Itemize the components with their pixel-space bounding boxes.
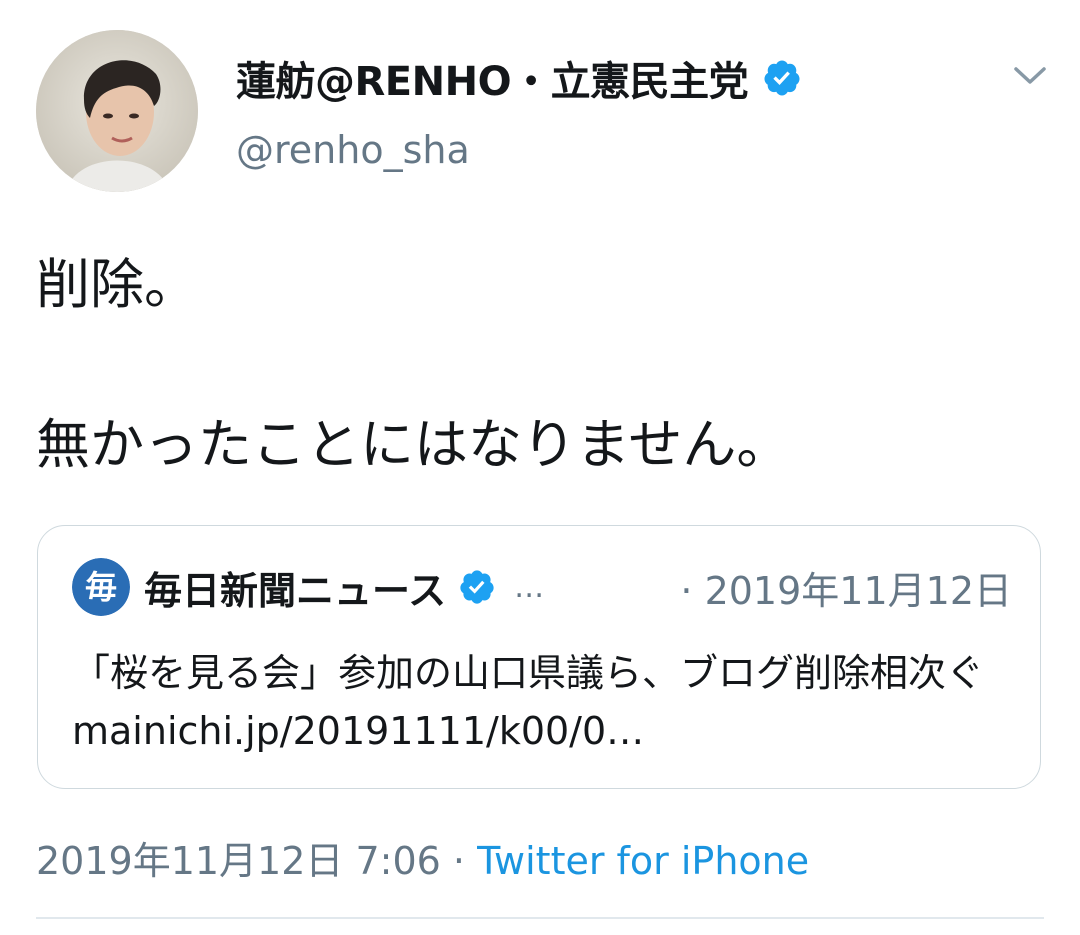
chevron-down-icon — [1014, 67, 1046, 84]
author-handle[interactable]: @renho_sha — [236, 128, 470, 172]
tweet-meta: 2019年11月12日 7:06 · Twitter for iPhone — [36, 830, 809, 885]
quoted-tweet-text: 「桜を見る会」参加の山口県議ら、ブログ削除相次ぐ mainichi.jp/201… — [72, 644, 1022, 760]
meta-separator: · — [452, 839, 466, 883]
author-name-row[interactable]: 蓮舫@RENHO・立憲民主党 — [236, 50, 802, 106]
divider — [36, 917, 1044, 919]
verified-badge-icon — [460, 570, 494, 604]
tweet-source-link[interactable]: Twitter for iPhone — [477, 839, 809, 883]
quoted-author-name[interactable]: 毎日新聞ニュース — [144, 560, 446, 615]
svg-text:毎: 毎 — [85, 568, 117, 606]
display-name[interactable]: 蓮舫@RENHO・立憲民主党 — [236, 49, 749, 107]
quoted-tweet-body: 「桜を見る会」参加の山口県議ら、ブログ削除相次ぐ — [72, 651, 985, 695]
verified-badge-icon — [764, 60, 800, 96]
quoted-tweet-header: 毎 毎日新聞ニュース … · 2019年11月12日 — [72, 558, 1012, 616]
quoted-handle-truncated: … — [514, 569, 545, 605]
tweet-timestamp[interactable]: 2019年11月12日 7:06 — [36, 839, 441, 883]
quoted-tweet-date: · 2019年11月12日 — [680, 568, 1012, 613]
avatar-photo — [36, 30, 198, 192]
mainichi-logo-icon: 毎 — [72, 558, 130, 616]
quoted-tweet-card[interactable]: 毎 毎日新聞ニュース … · 2019年11月12日 「桜を見る会」参加の山口県… — [37, 525, 1041, 789]
profile-avatar[interactable] — [36, 30, 198, 192]
tweet-text: 削除。 無かったことにはなりません。 — [36, 253, 791, 476]
quoted-tweet-link[interactable]: mainichi.jp/20191111/k00/0… — [72, 709, 644, 753]
tweet-menu-button[interactable] — [1010, 58, 1050, 94]
